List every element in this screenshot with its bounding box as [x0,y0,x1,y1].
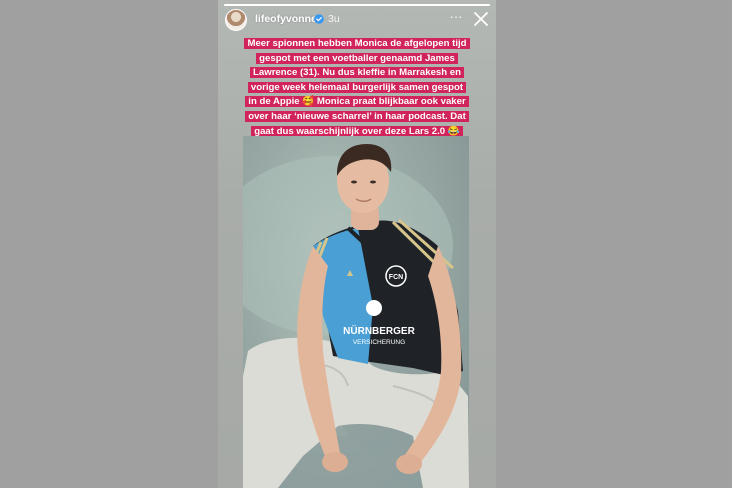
caption-line: Lawrence (31). Nu dus kleffie in Marrake… [250,67,464,79]
close-icon[interactable] [472,10,490,28]
caption-line: gaat dus waarschijnlijk over deze Lars 2… [251,125,463,137]
story-header: lifeofyvonne 3u ··· [218,8,496,32]
caption-line: gespot met een voetballer genaamd James [256,52,458,64]
story-progress-bar [224,4,490,6]
caption-line: in de Appie 🥰 Monica praat blijkbaar ook… [245,96,469,108]
post-time: 3u [328,13,340,25]
caption-line: over haar ‘nieuwe scharrel’ in haar podc… [245,110,469,122]
avatar[interactable] [225,9,247,31]
sponsor-text: NÜRNBERGER [343,324,415,337]
verified-badge-icon [314,14,324,24]
caption-line: Meer spionnen hebben Monica de afgelopen… [244,38,470,49]
club-crest: FCN [389,274,403,281]
story-progress-fill [224,4,490,6]
more-options-icon[interactable]: ··· [448,10,464,26]
username[interactable]: lifeofyvonne [255,13,317,25]
story-viewer: lifeofyvonne 3u ··· Meer spionnen hebben… [218,0,496,488]
sponsor-subtext: VERSICHERUNG [353,339,405,346]
story-photo: FCN NÜRNBERGER VERSICHERUNG [243,136,469,488]
footballer-photo: FCN NÜRNBERGER VERSICHERUNG [243,144,469,488]
story-caption: Meer spionnen hebben Monica de afgelopen… [228,37,486,139]
caption-line: vorige week helemaal burgerlijk samen ge… [247,81,467,93]
